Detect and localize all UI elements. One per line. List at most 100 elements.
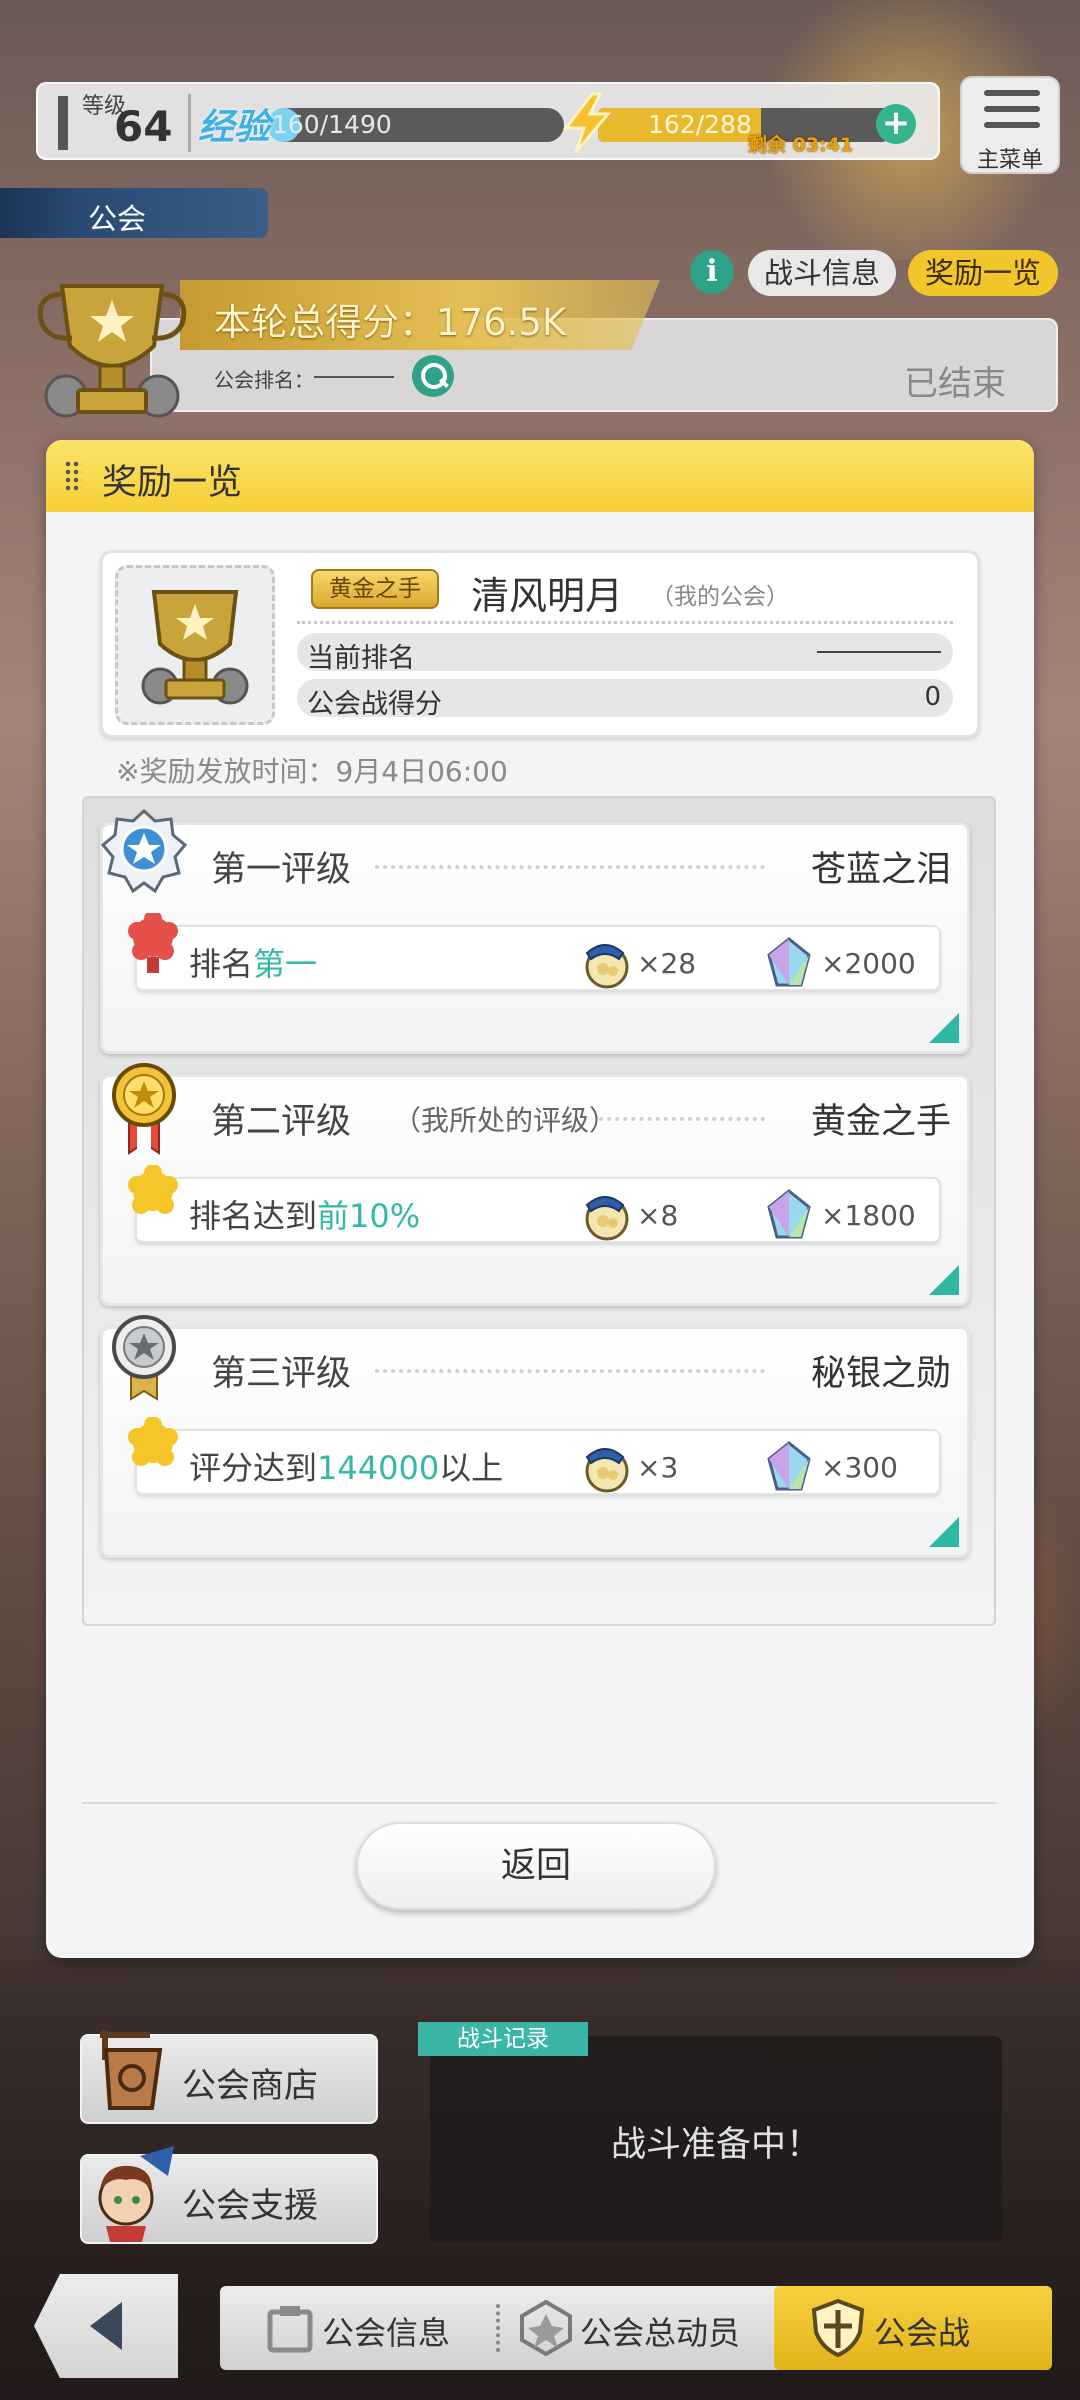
level-value: 64 [114,102,173,151]
my-tier-note: （我所处的评级） [393,1104,618,1137]
current-rank-row: 当前排名 [297,633,953,674]
exp-value: 160/1490 [272,110,392,139]
battle-log-tag: 战斗记录 [418,2022,588,2056]
status-bar: 等级 64 经验 160/1490 162/288 剩余 03:41 + [36,82,940,160]
emblem-icon [520,2300,572,2356]
character-avatar-icon [98,2146,174,2242]
guild-shop-button[interactable]: 公会商店 [80,2030,378,2124]
clipboard-icon [267,2306,313,2353]
stamina-remaining: 剩余 03:41 [748,134,854,156]
gem-quantity: ×300 [821,1451,898,1484]
guild-coin-icon [585,1448,629,1493]
tab-guild-mobilize[interactable]: 公会总动员 [504,2286,774,2370]
tier-list: 第一评级 苍蓝之泪 排名第一 ×28 ×2000 第二评级 （我所处的评级） 黄… [82,796,996,1626]
tier-condition: 评分达到144000以上 [189,1449,504,1487]
guild-support-button[interactable]: 公会支援 [80,2146,378,2244]
tab-guild-war[interactable]: 公会战 [774,2286,1052,2370]
tier-badge: 黄金之手 [311,569,439,609]
main-menu-button[interactable]: 主菜单 [960,76,1060,174]
info-icon[interactable]: i [690,250,734,294]
current-rank-value [817,651,941,653]
silver-star-medal-icon [112,1315,176,1401]
tier-card: 第二评级 （我所处的评级） 黄金之手 排名达到前10% ×8 ×1800 [100,1063,970,1306]
trophy-icon [141,590,249,705]
current-rank-label: 当前排名 [307,643,415,674]
tab-guild-mobilize-label: 公会总动员 [580,2314,741,2352]
tier-card: 第三评级 秘银之勋 评分达到144000以上 ×3 ×300 [100,1315,970,1558]
level-bar-mark [58,96,68,150]
guild-section-tab: 公会 [0,188,268,238]
guild-war-score-row: 公会战得分 0 [297,679,953,720]
gem-quantity: ×1800 [821,1199,916,1232]
yellow-flower-icon [128,1165,178,1214]
battle-log-message: 战斗准备中！ [610,2125,821,2165]
guild-war-score-label: 公会战得分 [307,689,442,720]
tier-name: 苍蓝之泪 [810,850,951,890]
gem-icon [767,1441,811,1491]
gem-quantity: ×2000 [821,947,916,980]
my-guild-tag: （我的公会） [651,584,789,610]
gem-icon [767,937,811,987]
divider [375,1369,765,1373]
expand-corner-icon[interactable] [929,1013,959,1043]
tier-name: 秘银之勋 [810,1354,951,1394]
divider [188,94,191,152]
main-menu-label: 主菜单 [976,148,1043,173]
tier-card: 第一评级 苍蓝之泪 排名第一 ×28 ×2000 [100,808,970,1054]
yellow-flower-icon [128,1417,178,1466]
red-flower-icon [128,913,178,973]
guild-shop-label: 公会商店 [182,2066,318,2106]
divider [297,621,953,624]
score-banner: 本轮总得分：176.5K [180,280,660,350]
reward-time: ※奖励发放时间：9月4日06:00 [116,755,508,788]
battle-info-button[interactable]: 战斗信息 [748,250,896,296]
guild-coin-icon [585,1196,629,1241]
guild-war-score-value: 0 [924,682,941,712]
guild-section-label: 公会 [88,202,147,236]
tier-title: 第二评级 [211,1102,352,1142]
my-guild-card: 黄金之手 清风明月 （我的公会） 当前排名 公会战得分 0 [100,550,980,738]
back-arrow-button[interactable] [34,2274,178,2378]
divider [599,1117,765,1121]
tier-condition: 排名第一 [189,945,318,983]
tier-condition: 排名达到前10% [189,1197,421,1235]
rewards-modal: 奖励一览 黄金之手 清风明月 （我的公会） 当前排名 公会战得分 0 ※奖励发放… [46,440,1034,1958]
gold-star-medal-icon [112,1063,176,1155]
lightning-icon [562,92,612,153]
tab-guild-info-label: 公会信息 [322,2314,451,2352]
tab-guild-war-label: 公会战 [874,2314,971,2352]
bottom-tab-bar: 公会信息 公会总动员 公会战 [220,2286,1052,2370]
tab-guild-info[interactable]: 公会信息 [220,2286,490,2370]
total-score: 本轮总得分：176.5K [214,301,567,344]
shield-icon [811,2298,865,2358]
tier-condition-row: 排名达到前10% ×8 ×1800 [128,1165,941,1243]
menu-icon [984,90,1040,96]
grip-icon [64,460,82,492]
back-button[interactable]: 返回 [356,1822,716,1910]
shop-sign-icon [100,2030,163,2110]
guild-name: 清风明月 [471,574,624,618]
coin-quantity: ×3 [637,1451,679,1484]
guild-support-label: 公会支援 [182,2186,318,2226]
tier-condition-row: 排名第一 ×28 ×2000 [128,913,941,991]
guild-rank-value [314,376,394,378]
guild-rank-label: 公会排名： [214,368,314,392]
exp-label: 经验 [198,107,271,148]
add-stamina-button[interactable]: + [876,104,916,144]
battle-log-panel[interactable]: 战斗准备中！ [430,2036,1002,2242]
rewards-list-button[interactable]: 奖励一览 [908,250,1058,296]
guild-emblem [115,565,275,725]
coin-quantity: ×8 [637,1199,679,1232]
divider [496,2304,500,2352]
divider [82,1802,996,1804]
expand-corner-icon[interactable] [929,1517,959,1547]
guild-coin-icon [585,944,629,989]
tier-title: 第一评级 [211,850,352,890]
tier-condition-row: 评分达到144000以上 ×3 ×300 [128,1417,941,1495]
expand-corner-icon[interactable] [929,1265,959,1295]
round-status: 已结束 [904,364,1006,404]
divider [375,865,765,869]
trophy-icon [37,284,187,418]
search-icon[interactable] [412,355,454,397]
modal-header: 奖励一览 [46,440,1034,512]
